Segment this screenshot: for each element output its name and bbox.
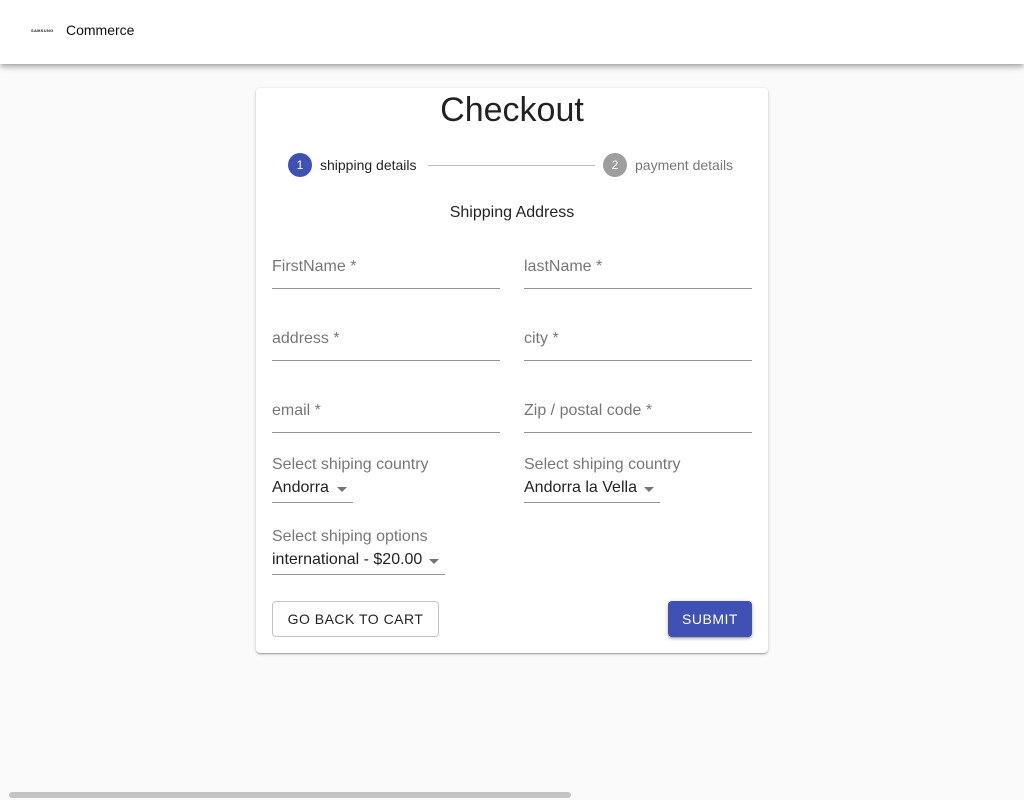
email-underline [272,432,500,433]
address-label: address * [272,330,340,347]
shipping-option-label: Select shiping options [272,528,428,545]
country-select[interactable]: Andorra [272,475,353,503]
brand-name[interactable]: Commerce [66,21,134,39]
first-name-field[interactable]: FirstName * [272,249,500,289]
address-field[interactable]: address * [272,321,500,361]
address-underline [272,360,500,361]
dropdown-arrow-icon [337,487,347,492]
back-to-cart-button[interactable]: GO BACK TO CART [272,601,439,637]
first-name-label: FirstName * [272,258,357,275]
brand-logo[interactable]: SAMSUNG [31,28,58,34]
email-label: email * [272,402,321,419]
country-select-label: Select shiping country [272,456,429,473]
last-name-field[interactable]: lastName * [524,249,752,289]
step-1-label: shipping details [320,157,417,173]
step-connector [428,165,595,166]
checkout-card: Checkout 1 shipping details 2 payment de… [256,88,768,653]
app-bar: SAMSUNG Commerce [0,0,1024,64]
last-name-underline [524,288,752,289]
dropdown-arrow-icon [644,487,654,492]
shipping-option-select[interactable]: international - $20.00 [272,547,445,575]
last-name-label: lastName * [524,258,603,275]
page-title: Checkout [440,91,584,129]
dropdown-arrow-icon [429,559,439,564]
step-2-icon: 2 [603,153,627,177]
city-select[interactable]: Andorra la Vella [524,475,660,503]
country-select-value: Andorra [272,479,329,496]
city-label: city * [524,330,559,347]
step-1-icon: 1 [288,153,312,177]
zip-label: Zip / postal code * [524,402,653,419]
shipping-address-heading: Shipping Address [449,204,575,221]
step-2-label: payment details [635,157,734,173]
shipping-option-value: international - $20.00 [272,551,423,568]
email-field[interactable]: email * [272,393,500,433]
zip-field[interactable]: Zip / postal code * [524,393,752,433]
city-field[interactable]: city * [524,321,752,361]
first-name-underline [272,288,500,289]
horizontal-scrollbar-thumb[interactable] [9,792,571,798]
city-select-label: Select shiping country [524,456,681,473]
city-select-value: Andorra la Vella [524,479,637,496]
submit-button[interactable]: SUBMIT [668,601,752,637]
zip-underline [524,432,752,433]
city-underline [524,360,752,361]
